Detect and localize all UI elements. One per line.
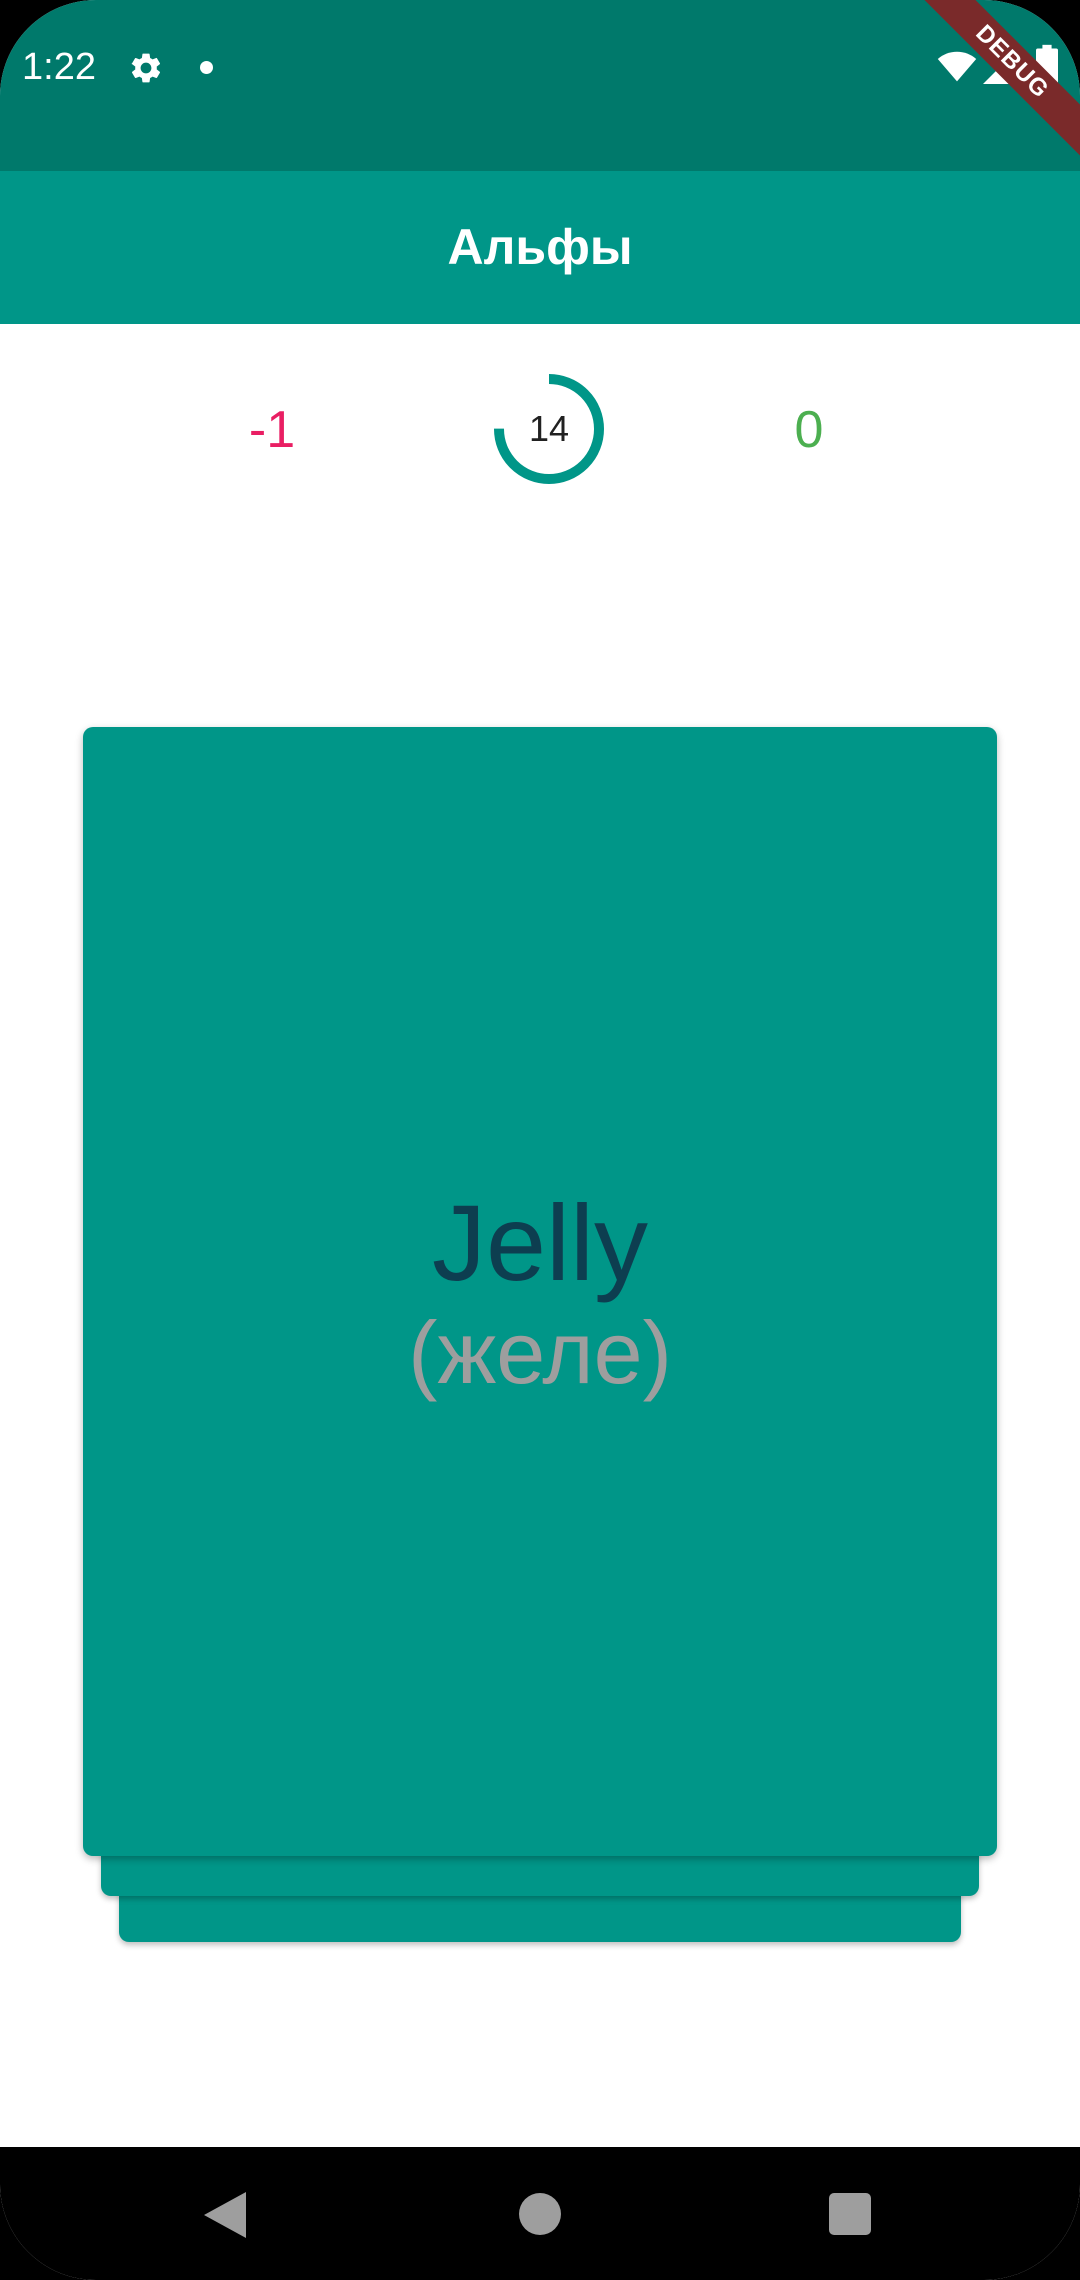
- card-word: Jelly: [431, 1182, 649, 1303]
- home-icon[interactable]: [519, 2193, 561, 2235]
- status-time: 1:22: [22, 46, 96, 88]
- remaining-count: 14: [528, 408, 570, 449]
- gear-icon: [131, 53, 161, 83]
- flash-card[interactable]: Jelly (желе): [83, 727, 997, 1856]
- debug-banner: DEBUG: [910, 0, 1080, 170]
- recents-icon[interactable]: [829, 2193, 871, 2235]
- app-bar: Альфы: [0, 171, 1080, 324]
- notification-dot-icon: [200, 61, 213, 74]
- navigation-bar: [0, 2147, 1080, 2280]
- back-icon[interactable]: [204, 2192, 246, 2238]
- page-title: Альфы: [447, 219, 633, 275]
- card-translation: (желе): [408, 1303, 672, 1402]
- score-row: -1 14 0: [0, 324, 1080, 544]
- right-count: 0: [794, 401, 824, 459]
- wrong-count: -1: [248, 401, 296, 459]
- debug-banner-label: DEBUG: [910, 0, 1080, 167]
- app-screen: 1:22 DEBUG Альфы -1 14 0 Jelly (желе): [0, 0, 1080, 2280]
